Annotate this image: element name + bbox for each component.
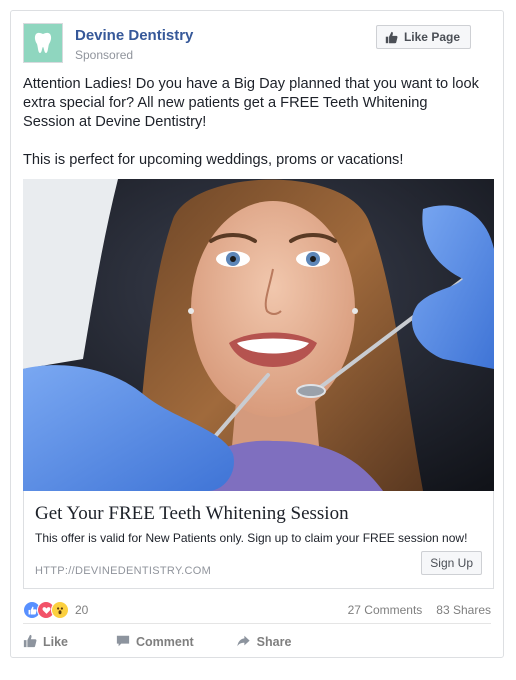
post-header: Devine Dentistry Sponsored Like Page	[23, 23, 491, 67]
tooth-icon	[34, 32, 52, 53]
page-avatar[interactable]	[23, 23, 63, 63]
comment-button[interactable]: Comment	[116, 634, 194, 651]
action-bar: Like Comment Share	[23, 629, 491, 655]
comments-count[interactable]: 27 Comments	[348, 603, 423, 617]
sign-up-button[interactable]: Sign Up	[421, 551, 482, 575]
ad-image[interactable]	[23, 179, 494, 491]
post-body: Attention Ladies! Do you have a Big Day …	[23, 75, 483, 170]
comment-icon	[116, 634, 130, 651]
share-icon	[236, 634, 251, 651]
sponsored-label: Sponsored	[75, 48, 134, 62]
page-name-link[interactable]: Devine Dentistry	[75, 27, 193, 44]
share-label: Share	[256, 635, 292, 649]
wow-icon	[51, 601, 69, 619]
share-button[interactable]: Share	[236, 634, 292, 651]
reactions-bar: 20 27 Comments 83 Shares	[23, 599, 491, 624]
like-label: Like	[43, 635, 69, 649]
post-body-paragraph-1: Attention Ladies! Do you have a Big Day …	[23, 76, 479, 130]
like-page-button[interactable]: Like Page	[375, 25, 471, 49]
post-body-paragraph-2: This is perfect for upcoming weddings, p…	[23, 152, 404, 168]
link-preview[interactable]: Get Your FREE Teeth Whitening Session Th…	[23, 491, 494, 589]
thumbs-up-icon	[385, 31, 398, 44]
reaction-icons[interactable]	[23, 601, 69, 619]
engagement-counts: 27 Comments 83 Shares	[348, 603, 491, 617]
dental-patient-photo	[23, 179, 494, 491]
thumbs-up-icon	[23, 634, 37, 651]
sponsored-post-card: Devine Dentistry Sponsored Like Page Att…	[10, 10, 504, 658]
link-description: This offer is valid for New Patients onl…	[35, 531, 468, 545]
link-domain: HTTP://DEVINEDENTISTRY.COM	[35, 565, 212, 577]
comment-label: Comment	[136, 635, 194, 649]
like-page-label: Like Page	[403, 30, 460, 44]
shares-count[interactable]: 83 Shares	[436, 603, 491, 617]
reaction-count[interactable]: 20	[75, 603, 88, 617]
like-button[interactable]: Like	[23, 634, 68, 651]
link-headline: Get Your FREE Teeth Whitening Session	[35, 503, 349, 524]
